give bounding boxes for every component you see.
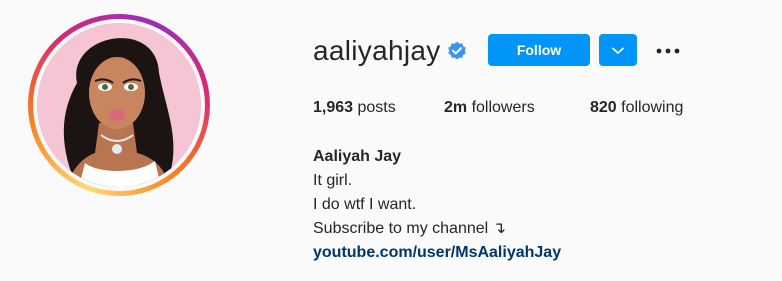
- profile-username: aaliyahjay: [313, 35, 441, 66]
- avatar-illustration: [37, 23, 201, 187]
- verified-badge-icon: [447, 41, 467, 61]
- bio-line: It girl.: [313, 172, 353, 189]
- following-count: 820: [590, 99, 617, 116]
- bio-line: Subscribe to my channel ↴: [313, 220, 507, 237]
- more-options-button[interactable]: [652, 36, 684, 64]
- bio-line: I do wtf I want.: [313, 196, 417, 213]
- bio-external-link[interactable]: youtube.com/user/MsAaliyahJay: [313, 241, 561, 265]
- posts-count: 1,963: [313, 99, 354, 116]
- following-label: following: [616, 99, 684, 116]
- profile-full-name: Aaliyah Jay: [313, 148, 402, 165]
- avatar-ring-gap: [33, 19, 205, 191]
- following-stat[interactable]: 820 following: [590, 98, 683, 118]
- posts-stat: 1,963 posts: [313, 98, 444, 118]
- followers-label: followers: [467, 99, 535, 116]
- followers-count: 2m: [444, 99, 468, 116]
- profile-avatar-ring[interactable]: [28, 14, 210, 196]
- chevron-down-icon: [612, 43, 624, 58]
- posts-label: posts: [353, 99, 396, 116]
- profile-bio: Aaliyah Jay It girl. I do wtf I want. Su…: [313, 145, 561, 265]
- profile-stats: 1,963 posts 2m followers 820 following: [313, 98, 683, 118]
- avatar[interactable]: [37, 23, 201, 187]
- follow-button[interactable]: Follow: [488, 34, 590, 66]
- suggested-accounts-dropdown-button[interactable]: [599, 34, 637, 66]
- more-options-icon: [656, 41, 680, 59]
- followers-stat[interactable]: 2m followers: [444, 98, 590, 118]
